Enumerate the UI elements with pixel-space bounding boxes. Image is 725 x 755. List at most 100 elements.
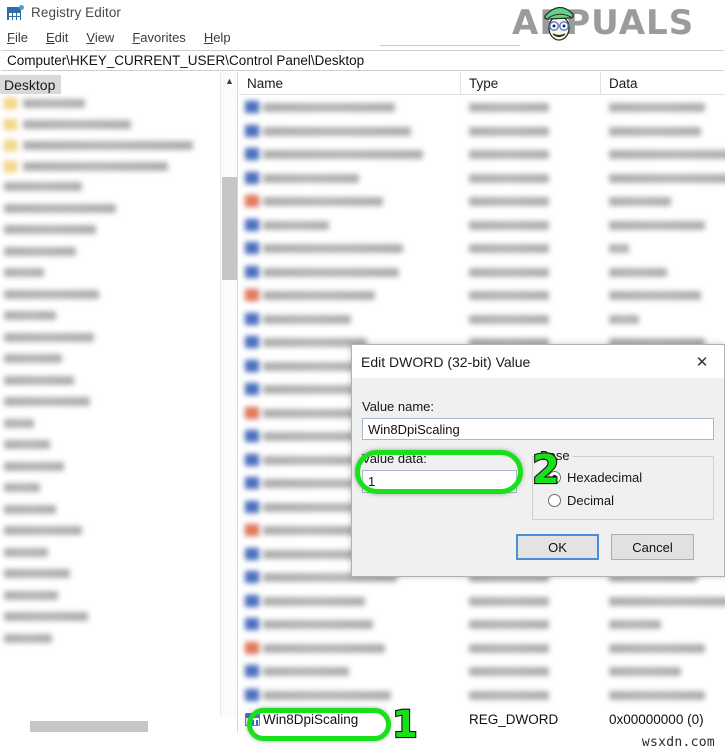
tree-node-blurred[interactable]: [4, 140, 193, 151]
tree-node-blurred[interactable]: [4, 311, 56, 320]
title-bar: Registry Editor: [0, 0, 725, 25]
table-row-blurred[interactable]: [239, 214, 725, 237]
tree-node-blurred[interactable]: [4, 547, 48, 557]
cell-name-blurred: [263, 643, 385, 653]
cell-name-blurred: [263, 173, 359, 183]
dword-value-icon: [245, 148, 259, 160]
tree-node-blurred[interactable]: [4, 289, 99, 299]
tree-node-desktop[interactable]: Desktop: [0, 75, 62, 94]
tree-vertical-scrollbar[interactable]: ▲ ▼: [220, 72, 237, 733]
dword-value-icon: [245, 571, 259, 583]
tree-node-blurred[interactable]: [4, 268, 44, 277]
radio-decimal-indicator[interactable]: [548, 494, 561, 507]
close-icon[interactable]: ✕: [680, 345, 724, 378]
tree-node-blurred[interactable]: [4, 98, 85, 109]
menu-item-edit[interactable]: Edit: [46, 29, 78, 46]
table-row-blurred[interactable]: [239, 590, 725, 613]
dword-value-icon: [245, 688, 259, 701]
chevron-up-icon[interactable]: ▲: [221, 72, 237, 89]
tree-scroll-thumb[interactable]: [222, 177, 237, 280]
tree-node-blurred[interactable]: [4, 182, 82, 191]
tree-node-blurred[interactable]: [4, 161, 168, 172]
cell-name-blurred: [263, 267, 399, 277]
cell-data-blurred: [609, 267, 667, 277]
tree-node-label-blurred: [23, 141, 193, 150]
column-header-data[interactable]: Data: [601, 72, 725, 95]
table-row-win8dpiscaling[interactable]: Win8DpiScaling REG_DWORD 0x00000000 (0): [239, 708, 725, 731]
ok-button[interactable]: OK: [516, 534, 599, 560]
menu-accel-edit: E: [45, 29, 55, 45]
tree-node-label-blurred: [4, 418, 34, 428]
column-header-name[interactable]: Name: [239, 72, 461, 95]
menu-item-view[interactable]: View: [86, 29, 124, 46]
cell-data-blurred: [609, 667, 681, 676]
radio-decimal-label: Decimal: [567, 493, 614, 508]
cell-data-blurred: [609, 643, 705, 653]
table-row-blurred[interactable]: [239, 637, 725, 660]
tree-node-blurred[interactable]: [4, 119, 131, 130]
registry-tree-panel[interactable]: Desktop ▲ ▼: [0, 72, 238, 733]
cell-type-blurred: [469, 643, 549, 653]
table-row-blurred[interactable]: [239, 96, 725, 119]
tree-node-blurred[interactable]: [4, 461, 64, 471]
table-row-blurred[interactable]: [239, 120, 725, 143]
tree-node-blurred[interactable]: [4, 354, 62, 363]
table-row-blurred[interactable]: [239, 143, 725, 166]
cell-type-blurred: [469, 596, 549, 606]
cell-data-blurred: [609, 291, 701, 300]
radio-hexadecimal-indicator[interactable]: [548, 471, 561, 484]
tree-node-blurred[interactable]: [4, 397, 90, 406]
tree-node-blurred[interactable]: [4, 418, 34, 428]
table-row-blurred[interactable]: [239, 167, 725, 190]
table-row-blurred[interactable]: [239, 190, 725, 213]
tree-horizontal-scrollbar[interactable]: [0, 717, 237, 733]
radio-hexadecimal[interactable]: Hexadecimal: [548, 470, 642, 485]
value-data-input[interactable]: 1: [362, 470, 517, 493]
table-row-blurred[interactable]: [239, 684, 725, 707]
cell-name-blurred: [263, 244, 403, 253]
tree-node-blurred[interactable]: [4, 332, 94, 342]
menu-item-favorites[interactable]: Favorites: [132, 29, 195, 46]
table-row-blurred[interactable]: [239, 613, 725, 636]
value-data-label: Value data:: [362, 451, 427, 466]
dword-value-icon: [245, 218, 259, 231]
address-bar[interactable]: Computer\HKEY_CURRENT_USER\Control Panel…: [1, 50, 724, 71]
tree-node-blurred[interactable]: [4, 633, 52, 643]
tree-node-label-blurred: [4, 311, 56, 320]
menu-item-file[interactable]: File: [7, 29, 38, 46]
value-name-input[interactable]: Win8DpiScaling: [362, 418, 714, 440]
tree-node-label-blurred: [4, 289, 99, 299]
watermark-divider: [380, 45, 520, 46]
tree-node-blurred[interactable]: [4, 590, 58, 600]
cancel-button[interactable]: Cancel: [611, 534, 694, 560]
table-row-blurred[interactable]: [239, 660, 725, 683]
cell-data-blurred: [609, 314, 639, 324]
tree-node-blurred[interactable]: [4, 569, 70, 578]
cell-type-blurred: [469, 244, 549, 253]
table-row-blurred[interactable]: [239, 284, 725, 307]
dword-value-icon: [245, 265, 259, 278]
string-value-icon: [245, 289, 259, 301]
tree-node-blurred[interactable]: [4, 504, 56, 514]
cell-data-blurred: [609, 197, 671, 206]
folder-icon: [4, 161, 17, 172]
tree-hscroll-thumb[interactable]: [30, 721, 148, 732]
tree-node-blurred[interactable]: [4, 483, 40, 492]
menu-bar: File Edit View Favorites Help: [0, 25, 725, 49]
value-name-label: Value name:: [362, 399, 435, 414]
tree-node-blurred[interactable]: [4, 203, 116, 213]
table-row-blurred[interactable]: [239, 237, 725, 260]
tree-node-blurred[interactable]: [4, 375, 74, 385]
radio-decimal[interactable]: Decimal: [548, 493, 614, 508]
window-title: Registry Editor: [31, 5, 122, 20]
menu-rest-view: iew: [94, 29, 115, 45]
column-header-type[interactable]: Type: [461, 72, 601, 95]
tree-node-blurred[interactable]: [4, 440, 50, 449]
menu-item-help[interactable]: Help: [204, 29, 241, 46]
tree-node-blurred[interactable]: [4, 612, 88, 621]
table-row-blurred[interactable]: [239, 308, 725, 331]
tree-node-blurred[interactable]: [4, 526, 82, 535]
tree-node-blurred[interactable]: [4, 225, 96, 234]
table-row-blurred[interactable]: [239, 261, 725, 284]
tree-node-blurred[interactable]: [4, 246, 76, 256]
